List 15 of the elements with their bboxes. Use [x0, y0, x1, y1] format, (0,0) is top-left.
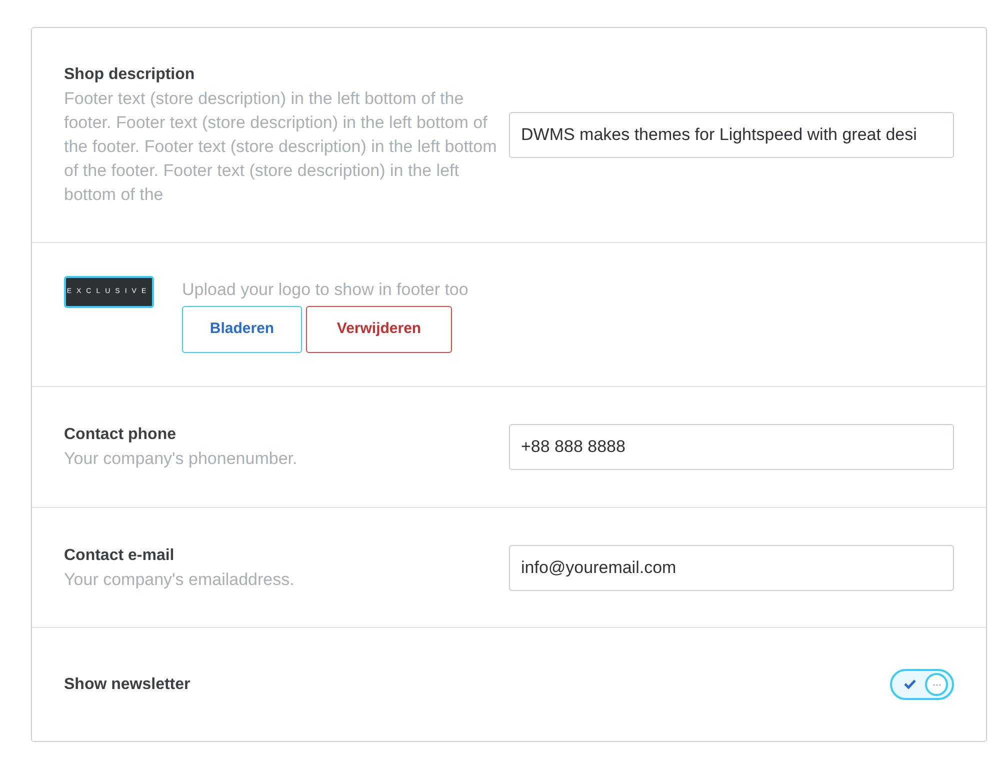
help-text: Your company's phonenumber. [64, 448, 298, 470]
field-label: Shop description [64, 65, 196, 85]
field-label: Contact phone [64, 425, 177, 445]
toggle-switch[interactable] [890, 669, 954, 700]
help-text: Footer text (store description) in the left bottom of the footer. Footer text (store description) in the left bottom of the footer. Footer text (store description) in the left bottom of the footer. Footer text (store description) in the left bottom of the [64, 88, 498, 206]
help-text: Your company's emailaddress. [64, 568, 296, 590]
browse-button[interactable]: Bladeren [182, 306, 302, 353]
field-label: Contact e-mail [64, 546, 176, 566]
check-icon [904, 679, 916, 689]
text-field[interactable]: +88 888 8888 [509, 424, 954, 470]
text-field[interactable]: DWMS makes themes for Lightspeed with great desi [509, 112, 954, 158]
text-field[interactable]: info@youremail.com [509, 544, 954, 590]
remove-button[interactable]: Verwijderen [306, 306, 452, 353]
help-text: Upload your logo to show in footer too [182, 279, 468, 301]
field-label: Show newsletter [64, 674, 190, 694]
